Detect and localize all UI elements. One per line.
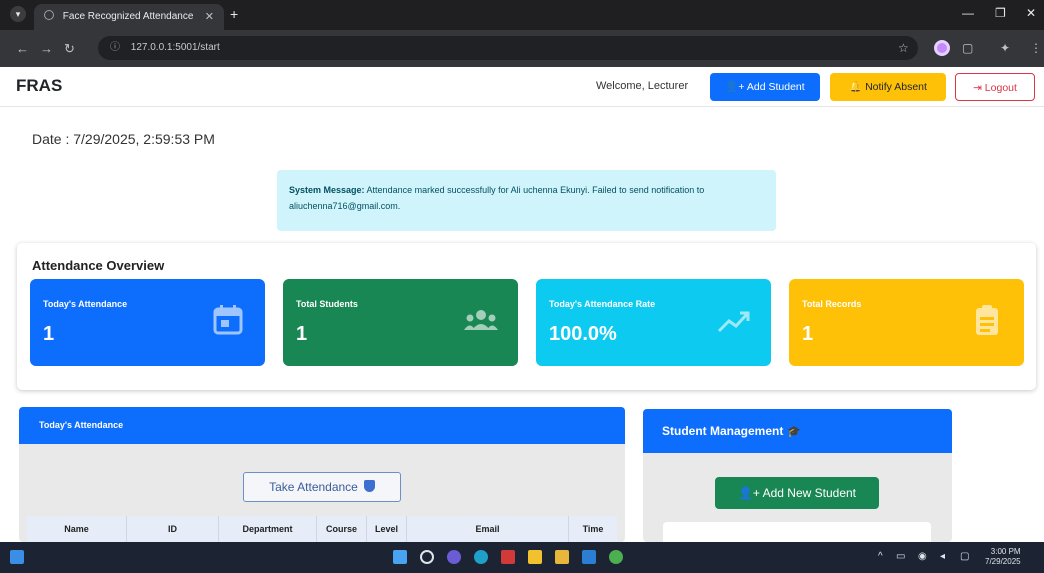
stat-value: 100.0%: [549, 323, 617, 345]
student-management-header: Student Management 🎓: [643, 409, 952, 453]
logout-label: Logout: [984, 82, 1017, 94]
add-new-student-label: Add New Student: [762, 486, 857, 500]
tab-title: Face Recognized Attendance: [62, 11, 194, 22]
graduation-cap-icon: 🎓: [787, 426, 802, 438]
stat-card-today-attendance: Today's Attendance 1: [30, 279, 265, 366]
profile-avatar[interactable]: [934, 40, 950, 56]
vscode-icon[interactable]: [582, 550, 596, 564]
edge-icon[interactable]: [474, 550, 488, 564]
reload-icon[interactable]: ↻: [64, 41, 75, 57]
taskbar-clock[interactable]: 3:00 PM 7/29/2025: [985, 547, 1021, 567]
tray-chevron-icon[interactable]: ^: [878, 551, 883, 562]
stat-label: Total Records: [802, 299, 862, 309]
stat-label: Total Students: [296, 299, 358, 309]
column-header[interactable]: Time: [569, 516, 617, 542]
stat-value: 1: [43, 323, 55, 345]
volume-icon[interactable]: ◂: [940, 551, 945, 562]
new-tab-icon[interactable]: +: [230, 6, 238, 22]
stat-card-total-students: Total Students 1: [283, 279, 518, 366]
stat-card-total-records: Total Records 1: [789, 279, 1024, 366]
url-text: 127.0.0.1:5001/start: [130, 42, 220, 53]
clock-time: 3:00 PM: [990, 547, 1021, 556]
file-explorer-icon[interactable]: [528, 550, 542, 564]
column-header[interactable]: Name: [27, 516, 127, 542]
stat-value: 1: [296, 323, 308, 345]
date-line: Date : 7/29/2025, 2:59:53 PM: [32, 131, 215, 147]
clock-date: 7/29/2025: [985, 557, 1021, 566]
bookmark-star-icon[interactable]: ☆: [898, 41, 909, 55]
column-header[interactable]: Email: [407, 516, 569, 542]
browser-toolbar: ← → ↻ ⓘ 127.0.0.1:5001/start ☆ ▢ ✦ ⋮: [0, 30, 1044, 67]
tab-search-icon[interactable]: ▾: [10, 6, 26, 22]
site-info-icon[interactable]: ⓘ: [110, 42, 120, 53]
browser-tab[interactable]: Face Recognized Attendance ✕: [34, 4, 224, 30]
store-icon[interactable]: [555, 550, 569, 564]
back-icon[interactable]: ←: [16, 41, 29, 56]
student-management-panel: [663, 522, 931, 542]
system-message-label: System Message:: [289, 185, 365, 195]
brand-title[interactable]: FRAS: [16, 76, 62, 96]
close-window-icon[interactable]: ✕: [1026, 6, 1036, 20]
column-header[interactable]: Level: [367, 516, 407, 542]
column-header[interactable]: Course: [317, 516, 367, 542]
add-student-label: Add Student: [746, 81, 805, 93]
maximize-icon[interactable]: ❐: [995, 6, 1006, 20]
browser-tab-bar: ▾ Face Recognized Attendance ✕ + — ❐ ✕: [0, 0, 1044, 30]
student-management-title: Student Management: [662, 424, 784, 438]
start-menu-icon[interactable]: [393, 550, 407, 564]
attendance-table-header: Name ID Department Course Level Email Ti…: [27, 516, 617, 542]
add-student-button[interactable]: 👤+ Add Student: [710, 73, 820, 101]
trend-up-icon: [717, 311, 750, 333]
widgets-icon[interactable]: [10, 550, 24, 564]
student-management-card: Student Management 🎓 👤+ Add New Student: [643, 409, 952, 542]
take-attendance-button[interactable]: Take Attendance: [243, 472, 401, 502]
app-icon[interactable]: [501, 550, 515, 564]
column-header[interactable]: Department: [219, 516, 317, 542]
notify-absent-button[interactable]: 🔔 Notify Absent: [830, 73, 946, 101]
overview-title: Attendance Overview: [32, 258, 165, 273]
stat-value: 1: [802, 323, 814, 345]
notify-absent-label: Notify Absent: [865, 81, 927, 93]
shield-icon: [363, 480, 375, 492]
chrome-icon[interactable]: [609, 550, 623, 564]
logout-button[interactable]: ⇥ Logout: [955, 73, 1035, 101]
tab-close-icon[interactable]: ✕: [205, 4, 214, 30]
extension-icon[interactable]: ✦: [1000, 41, 1010, 55]
forward-icon[interactable]: →: [40, 41, 53, 56]
todays-attendance-header: Today's Attendance: [19, 407, 625, 444]
welcome-text: Welcome, Lecturer: [596, 80, 689, 92]
search-icon[interactable]: [420, 550, 434, 564]
app-navbar: FRAS Welcome, Lecturer 👤+ Add Student 🔔 …: [0, 67, 1044, 107]
favicon-icon: [44, 10, 54, 20]
menu-dots-icon[interactable]: ⋮: [1030, 41, 1042, 55]
user-plus-icon: 👤+: [725, 81, 745, 93]
address-bar[interactable]: ⓘ 127.0.0.1:5001/start: [98, 36, 918, 60]
todays-attendance-card: Today's Attendance Take Attendance Name …: [19, 407, 625, 542]
take-attendance-label: Take Attendance: [269, 480, 358, 494]
attendance-overview-card: Attendance Overview Today's Attendance 1…: [17, 243, 1036, 390]
battery-icon[interactable]: ▭: [896, 551, 905, 562]
minimize-icon[interactable]: —: [962, 6, 974, 20]
stat-label: Today's Attendance: [43, 299, 128, 309]
user-plus-icon: 👤+: [737, 486, 760, 500]
windows-taskbar: ^ ▭ ◉ ◂ ▢ 3:00 PM 7/29/2025: [0, 542, 1044, 573]
extensions-icon[interactable]: ▢: [962, 41, 973, 55]
logout-icon: ⇥: [973, 82, 982, 94]
users-icon: [464, 310, 498, 330]
chat-icon[interactable]: [447, 550, 461, 564]
stat-label: Today's Attendance Rate: [549, 299, 656, 309]
calendar-icon: [213, 305, 243, 335]
network-icon[interactable]: ◉: [918, 551, 927, 562]
column-header[interactable]: ID: [127, 516, 219, 542]
clipboard-icon: [976, 305, 998, 335]
system-message-alert: System Message: Attendance marked succes…: [277, 170, 776, 231]
stat-card-attendance-rate: Today's Attendance Rate 100.0%: [536, 279, 771, 366]
notification-icon[interactable]: ▢: [960, 551, 969, 562]
add-new-student-button[interactable]: 👤+ Add New Student: [715, 477, 879, 509]
bell-icon: 🔔: [849, 81, 863, 93]
